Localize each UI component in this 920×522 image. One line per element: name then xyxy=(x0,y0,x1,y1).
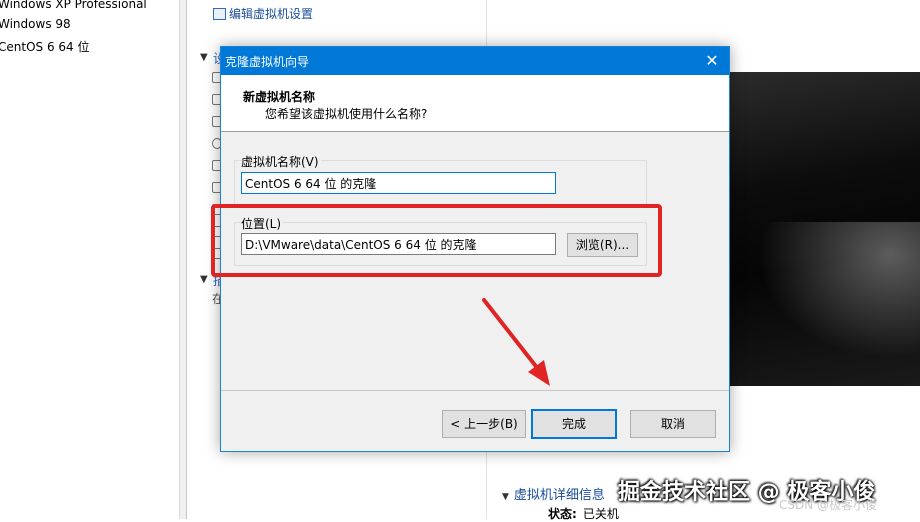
wizard-step-subtitle: 您希望该虚拟机使用什么名称? xyxy=(265,107,428,121)
library-item-centos[interactable]: CentOS 6 64 位 xyxy=(0,38,89,55)
close-icon[interactable]: ✕ xyxy=(695,47,729,75)
location-input[interactable] xyxy=(241,233,556,255)
library-panel: Windows XP Professional Windows 98 CentO… xyxy=(0,0,180,519)
dialog-title: 克隆虚拟机向导 xyxy=(225,55,310,69)
back-button[interactable]: < 上一步(B) xyxy=(442,410,526,438)
library-scrollbar[interactable] xyxy=(180,0,187,519)
preview-reflection xyxy=(720,222,920,386)
cancel-button[interactable]: 取消 xyxy=(630,410,716,438)
browse-button[interactable]: 浏览(R)... xyxy=(567,233,638,257)
clone-vm-wizard-dialog: 克隆虚拟机向导 ✕ 新虚拟机名称 您希望该虚拟机使用什么名称? 虚拟机名称(V)… xyxy=(220,46,730,452)
footer-separator xyxy=(221,390,729,391)
edit-vm-settings-label: 编辑虚拟机设置 xyxy=(229,7,314,21)
vm-details-title: 虚拟机详细信息 xyxy=(513,488,605,503)
edit-settings-icon xyxy=(213,8,226,20)
devices-collapse-icon[interactable]: ▼ xyxy=(200,52,208,63)
vm-screen-preview[interactable] xyxy=(720,72,920,386)
edit-vm-settings-link[interactable]: 编辑虚拟机设置 xyxy=(213,5,313,22)
vm-status-row: 状态: 已关机 xyxy=(548,505,619,522)
vm-details-header[interactable]: ▼ 虚拟机详细信息 xyxy=(502,484,605,503)
library-item-win98[interactable]: Windows 98 xyxy=(0,17,71,31)
finish-button[interactable]: 完成 xyxy=(531,409,617,439)
description-collapse-icon[interactable]: ▼ xyxy=(200,274,208,285)
location-label: 位置(L) xyxy=(241,215,284,232)
wizard-header: 新虚拟机名称 您希望该虚拟机使用什么名称? xyxy=(221,75,729,132)
details-collapse-icon: ▼ xyxy=(502,492,509,502)
library-item-winxp[interactable]: Windows XP Professional xyxy=(0,0,147,11)
csdn-watermark: CSDN @极客小俊 xyxy=(779,498,878,512)
vm-name-input[interactable] xyxy=(241,172,556,194)
dialog-title-bar[interactable]: 克隆虚拟机向导 ✕ xyxy=(221,47,729,75)
wizard-step-title: 新虚拟机名称 xyxy=(243,90,316,104)
vm-name-label: 虚拟机名称(V) xyxy=(241,153,321,170)
